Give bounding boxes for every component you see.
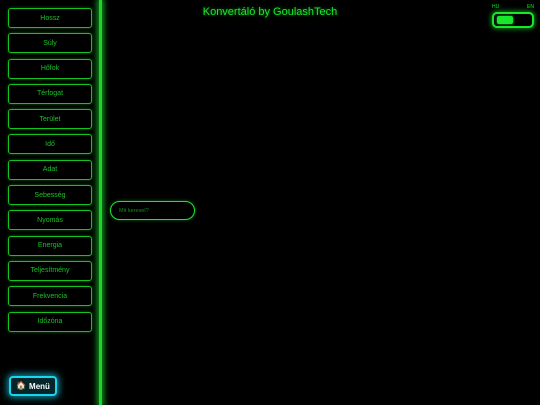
category-button-terulet[interactable]: Terület [8, 109, 92, 130]
page-title: Konvertáló by GoulashTech [202, 6, 338, 18]
language-toggle[interactable] [492, 12, 534, 28]
language-toggle-knob[interactable] [497, 16, 513, 24]
category-button-idozona[interactable]: Időzóna [8, 311, 92, 332]
home-icon: 🏠 [16, 381, 27, 390]
category-button-hossz[interactable]: Hossz [8, 8, 92, 28]
converter-app: Hossz Súly Hőfok Térfogat Terület Idő Ad… [0, 0, 540, 405]
category-button-frekvencia[interactable]: Frekvencia [8, 286, 92, 307]
category-button-sebesseg[interactable]: Sebesség [8, 185, 92, 206]
category-button-adat[interactable]: Adat [8, 159, 92, 180]
category-button-teljesitmeny[interactable]: Teljesítmény [8, 260, 92, 281]
sidebar-divider [99, 0, 102, 405]
category-button-nyomas[interactable]: Nyomás [8, 210, 92, 231]
category-button-energia[interactable]: Energia [8, 235, 92, 256]
search-input[interactable] [110, 201, 195, 220]
menu-button-label: Menü [29, 381, 50, 391]
language-label-hu: HU [492, 4, 500, 10]
sidebar: Hossz Súly Hőfok Térfogat Terület Idő Ad… [0, 0, 100, 405]
menu-button[interactable]: 🏠 Menü [9, 376, 57, 396]
language-label-en: EN [527, 4, 534, 10]
category-button-suly[interactable]: Súly [8, 33, 92, 54]
language-labels: HU EN [492, 4, 534, 10]
category-button-ido[interactable]: Idő [8, 134, 92, 155]
category-button-terfogat[interactable]: Térfogat [8, 83, 92, 104]
category-list: Hossz Súly Hőfok Térfogat Terület Idő Ad… [8, 8, 92, 337]
category-button-hofok[interactable]: Hőfok [8, 58, 92, 79]
